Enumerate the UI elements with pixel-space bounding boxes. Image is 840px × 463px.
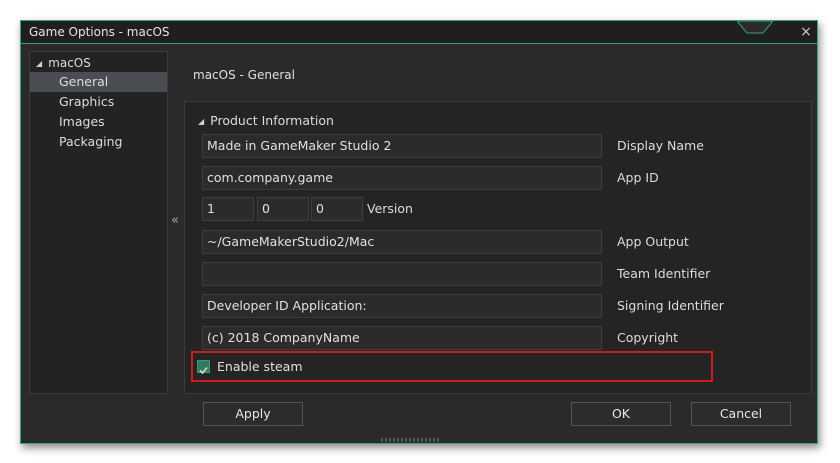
version-major-field[interactable]: 1 [202,197,254,221]
display-name-field[interactable]: Made in GameMaker Studio 2 [202,134,602,158]
apply-button[interactable]: Apply [203,402,303,426]
display-name-label: Display Name [617,134,704,158]
enable-steam-checkbox[interactable] [197,360,210,373]
title-notch-decoration [737,21,773,35]
collapse-triangle-icon[interactable]: ◢ [198,117,204,126]
copyright-label: Copyright [617,326,678,350]
copyright-field[interactable]: (c) 2018 CompanyName [202,326,602,350]
ok-button[interactable]: OK [571,402,671,426]
app-output-field[interactable]: ~/GameMakerStudio2/Mac [202,230,602,254]
cancel-button[interactable]: Cancel [691,402,791,426]
tree-item-packaging[interactable]: Packaging [30,132,167,152]
section-header-product-information[interactable]: ◢ Product Information [198,113,334,128]
version-label: Version [367,197,413,221]
collapse-sidebar-icon[interactable]: « [171,213,179,228]
page-title: macOS - General [193,68,295,82]
product-information-panel: ◢ Product Information Made in GameMaker S… [184,101,812,394]
tree-item-graphics[interactable]: Graphics [30,92,167,112]
checkmark-icon [198,365,209,376]
resize-grip-icon[interactable] [381,438,441,442]
app-id-label: App ID [617,166,659,190]
app-output-label: App Output [617,230,689,254]
tree-root-macos[interactable]: ◢ macOS [30,54,167,72]
window-title: Game Options - macOS [29,25,170,39]
tree-item-general[interactable]: General [30,72,167,92]
team-identifier-label: Team Identifier [617,262,710,286]
enable-steam-label[interactable]: Enable steam [217,359,303,374]
signing-identifier-label: Signing Identifier [617,294,724,318]
close-icon[interactable]: × [797,23,815,41]
version-minor-field[interactable]: 0 [257,197,309,221]
game-options-window: Game Options - macOS × ◢ macOS General Gr… [20,20,818,444]
version-patch-field[interactable]: 0 [311,197,363,221]
team-identifier-field[interactable] [202,262,602,286]
tree-root-label: macOS [48,56,91,70]
title-bar[interactable]: Game Options - macOS × [21,21,817,44]
enable-steam-highlight: Enable steam [191,351,713,382]
signing-identifier-field[interactable]: Developer ID Application: [202,294,602,318]
options-tree: ◢ macOS General Graphics Images Packaging [29,51,168,394]
tree-item-images[interactable]: Images [30,112,167,132]
expand-triangle-icon[interactable]: ◢ [36,55,42,73]
app-id-field[interactable]: com.company.game [202,166,602,190]
section-title: Product Information [210,113,334,128]
